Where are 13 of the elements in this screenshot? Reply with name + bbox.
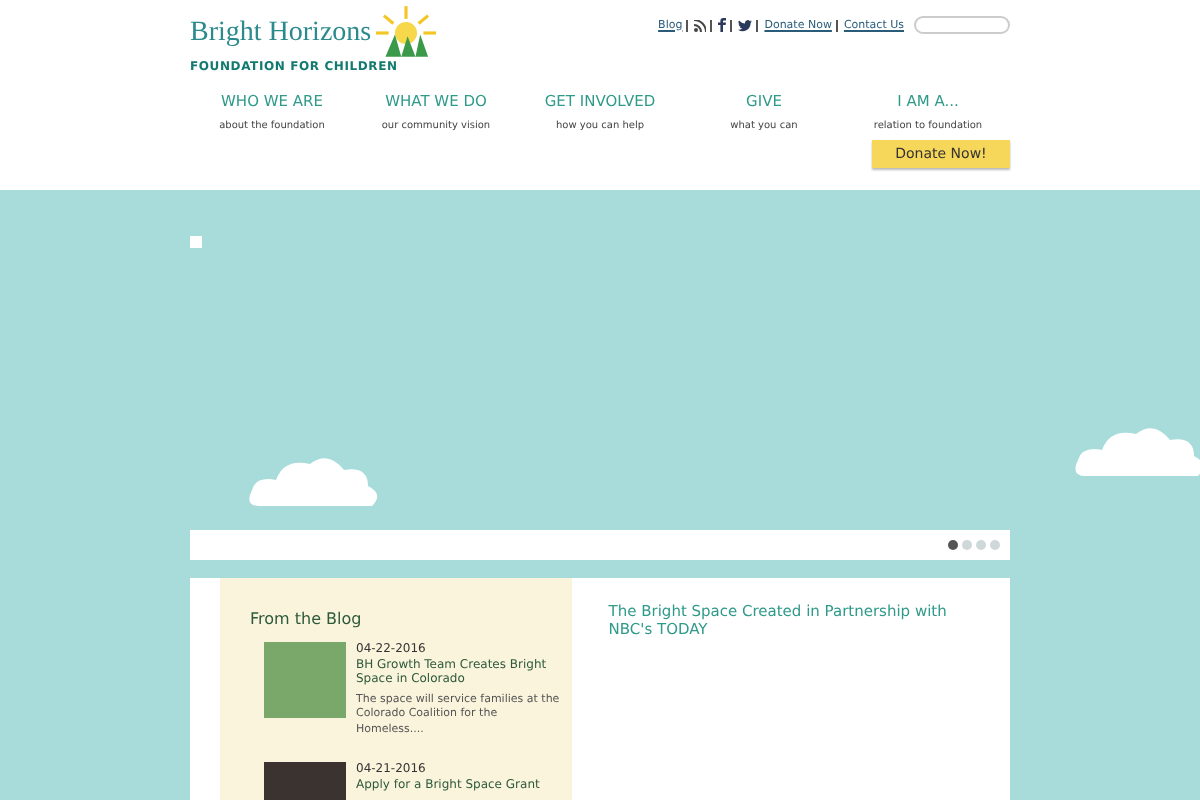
- search-field[interactable]: [914, 16, 1010, 34]
- facebook-icon[interactable]: [718, 18, 727, 32]
- slider-dot[interactable]: [976, 540, 986, 550]
- slider-dot[interactable]: [990, 540, 1000, 550]
- sun-and-trees-icon: [375, 6, 436, 60]
- photo-placeholder: [264, 642, 346, 718]
- slider-dot[interactable]: [948, 540, 958, 550]
- rss-icon[interactable]: [694, 19, 707, 31]
- blog-title: From the Blog: [250, 610, 364, 628]
- logo-name: Bright Horizons: [190, 16, 372, 52]
- slide-marker: [190, 236, 202, 248]
- slider-dot[interactable]: [962, 540, 972, 550]
- bird-icon[interactable]: [738, 19, 753, 31]
